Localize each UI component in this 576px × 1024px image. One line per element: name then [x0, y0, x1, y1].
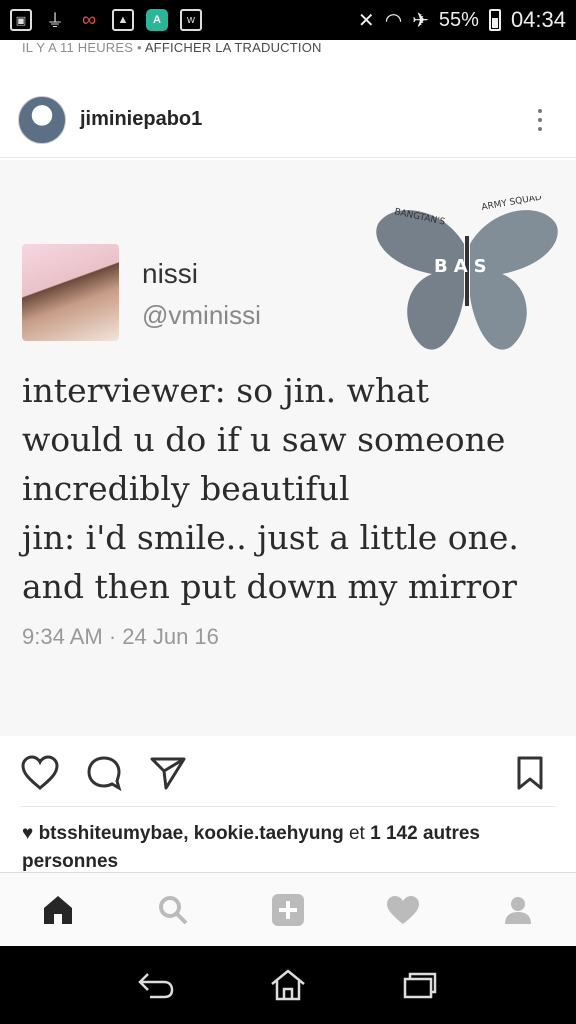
heart-icon: [387, 895, 420, 924]
small-heart-icon: ♥: [22, 823, 34, 844]
nav-home[interactable]: [38, 890, 78, 930]
share-button[interactable]: [148, 753, 188, 793]
sim-icon: ▣: [10, 9, 32, 31]
comment-button[interactable]: [84, 753, 124, 793]
translate-link[interactable]: AFFICHER LA TRADUCTION: [145, 40, 322, 55]
watermark-arc-right: ARMY SQUAD: [481, 196, 543, 213]
tweet-line: incredibly beautiful: [22, 469, 350, 508]
comment-icon: [87, 756, 122, 791]
clock: 04:34: [510, 7, 566, 32]
like-button[interactable]: [20, 753, 60, 793]
search-icon: [158, 895, 188, 924]
image-icon: ▲: [112, 9, 134, 31]
likes-tail: personnes: [22, 851, 119, 872]
home-icon: [43, 895, 72, 924]
likes-summary[interactable]: ♥ btsshiteumybae, kookie.taehyung et 1 1…: [22, 820, 562, 876]
likes-connector: et: [348, 823, 365, 844]
profile-icon: [505, 896, 532, 924]
home-button[interactable]: [266, 963, 310, 1007]
tweet-line: jin: i'd smile.. just a little one.: [22, 518, 519, 557]
tweet-avatar: [22, 244, 119, 341]
heart-icon: [21, 755, 59, 790]
tweet-line: and then put down my mirror: [22, 567, 517, 606]
avatar[interactable]: [18, 95, 66, 144]
tweet-display-name: nissi: [142, 258, 199, 289]
divider: [20, 806, 556, 807]
no-signal-icon: ✕: [357, 9, 375, 32]
status-bar: ▣ ⏚ ∞ ▲ A w ✕ ◠ ✈ 55% 04:34: [0, 0, 576, 40]
back-icon: [138, 973, 174, 999]
back-button[interactable]: [134, 963, 178, 1007]
nav-search[interactable]: [153, 890, 193, 930]
save-button[interactable]: [510, 753, 550, 793]
bottom-navigation: [0, 872, 576, 946]
tweet-handle: @vminissi: [142, 300, 261, 330]
nav-activity[interactable]: [383, 890, 423, 930]
system-navigation: [0, 946, 576, 1024]
separator-dot: •: [136, 40, 142, 55]
tweet-date: 9:34 AM · 24 Jun 16: [22, 624, 219, 649]
recent-apps-icon: [403, 972, 437, 999]
airplane-icon: ✈: [412, 9, 429, 32]
post-header: jiminiepabo1: [0, 82, 576, 158]
w-icon: w: [180, 9, 202, 31]
tweet-text: interviewer: so jin. what would u do if …: [22, 366, 562, 611]
battery-percent: 55%: [438, 8, 479, 31]
tweet-line: interviewer: so jin. what: [22, 371, 430, 410]
post-photo[interactable]: nissi @vminissi BANGTAN'S ARMY SQUAD BAS…: [0, 160, 576, 736]
username[interactable]: jiminiepabo1: [80, 108, 202, 131]
recent-apps-button[interactable]: [398, 963, 442, 1007]
liked-by-users[interactable]: btsshiteumybae, kookie.taehyung: [39, 823, 344, 844]
previous-post-meta: IL Y A 11 HEURES • AFFICHER LA TRADUCTIO…: [22, 40, 322, 55]
bookmark-icon: [517, 756, 543, 790]
nav-add[interactable]: [268, 890, 308, 930]
watermark-center: BAS: [434, 256, 493, 277]
likes-count[interactable]: 1 142 autres: [370, 823, 480, 844]
aptoide-icon: A: [146, 9, 168, 31]
nav-profile[interactable]: [498, 890, 538, 930]
system-home-icon: [271, 969, 305, 1001]
time-ago-label: IL Y A 11 HEURES: [22, 40, 134, 55]
more-options-icon[interactable]: [538, 108, 542, 131]
battery-icon: [488, 9, 501, 31]
post-actions: [0, 740, 576, 806]
wifi-icon: ◠: [384, 9, 403, 32]
tweet-line: would u do if u saw someone: [22, 420, 506, 459]
notification-icons: ▣ ⏚ ∞ ▲ A w: [10, 9, 202, 31]
add-post-icon: [271, 893, 304, 926]
usb-icon: ⏚: [46, 11, 64, 31]
butterfly-watermark-logo: BANGTAN'S ARMY SQUAD BAS: [376, 196, 558, 350]
color-app-icon: ∞: [81, 8, 97, 31]
send-icon: [150, 757, 186, 790]
